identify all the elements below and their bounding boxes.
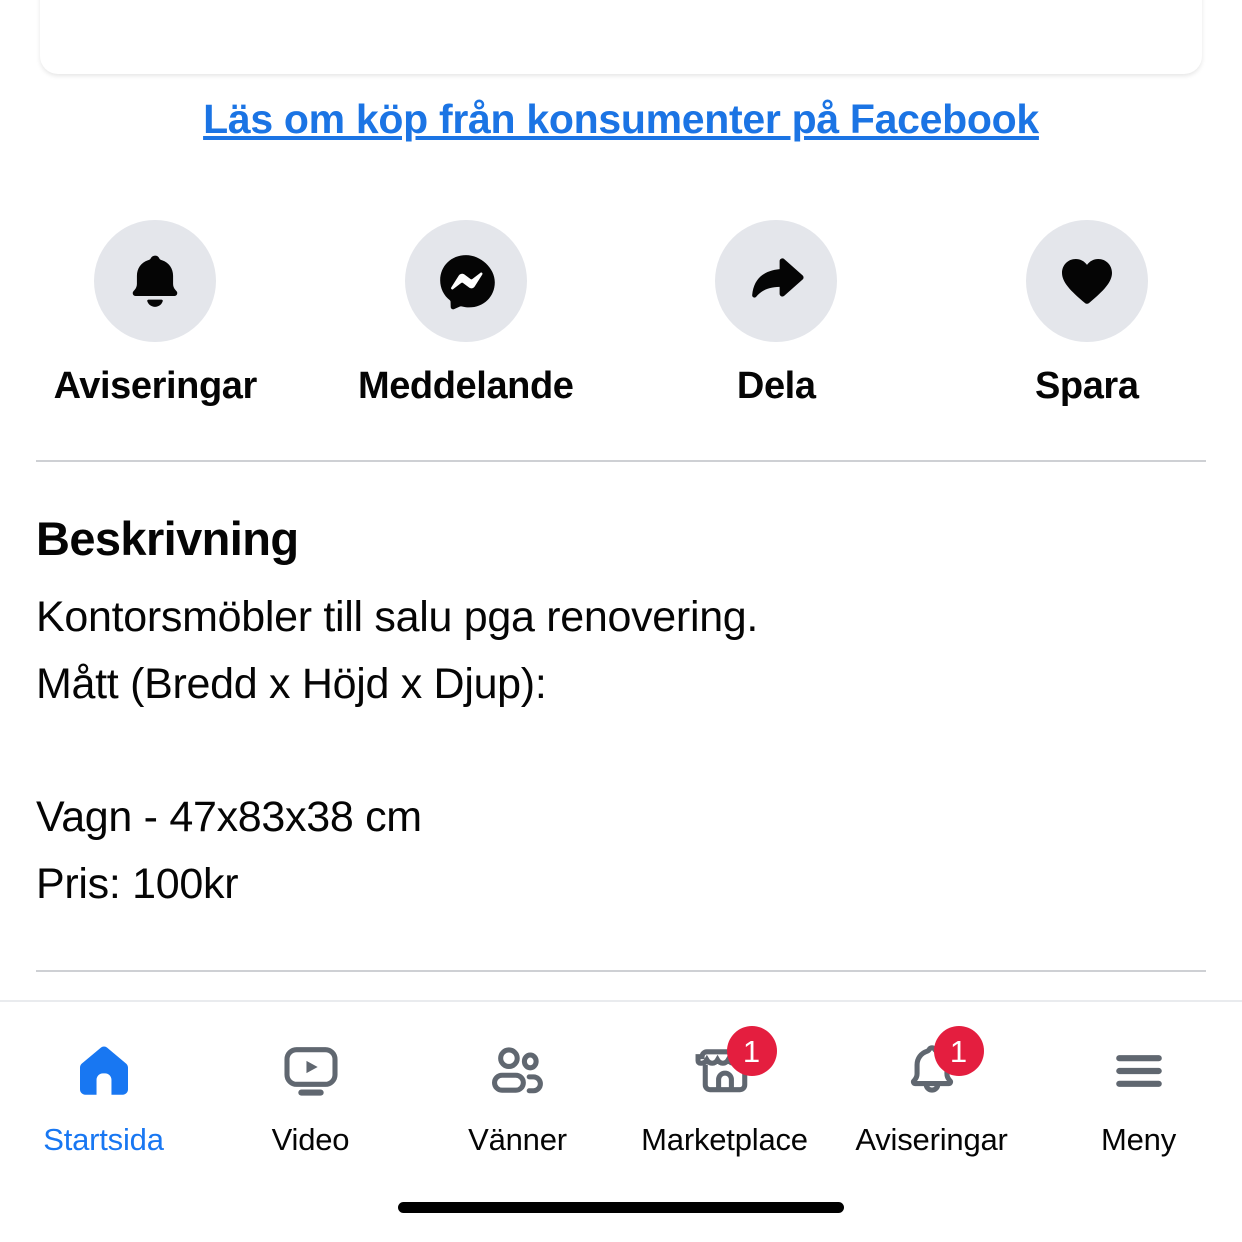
marketplace-listing-screen: Läs om köp från konsumenter på Facebook … <box>0 0 1242 1242</box>
aviseringar-badge: 1 <box>933 1026 984 1076</box>
nav-label: Vänner <box>468 1122 567 1157</box>
home-icon-wrap <box>62 1034 146 1108</box>
action-aviseringar[interactable]: Aviseringar <box>0 220 311 408</box>
action-meddelande[interactable]: Meddelande <box>311 220 622 408</box>
share-arrow-icon <box>715 220 838 342</box>
nav-item-startsida[interactable]: Startsida <box>0 1002 207 1175</box>
buy-from-consumers-link[interactable]: Läs om köp från konsumenter på Facebook <box>0 96 1242 143</box>
nav-label: Startsida <box>43 1122 164 1157</box>
action-dela[interactable]: Dela <box>621 220 932 408</box>
home-indicator <box>398 1202 844 1213</box>
friends-icon-wrap <box>476 1034 560 1108</box>
nav-label: Meny <box>1100 1122 1176 1157</box>
hamburger-menu-icon-wrap <box>1097 1034 1181 1108</box>
nav-label: Marketplace <box>641 1122 808 1157</box>
hamburger-menu-icon <box>1115 1055 1162 1087</box>
nav-item-aviseringar[interactable]: 1 Aviseringar <box>828 1002 1035 1175</box>
friends-icon <box>491 1047 543 1094</box>
nav-item-meny[interactable]: Meny <box>1035 1002 1242 1175</box>
video-icon-wrap <box>269 1034 353 1108</box>
action-label: Aviseringar <box>53 365 258 407</box>
messenger-icon <box>404 220 527 342</box>
marketplace-icon-wrap: 1 <box>683 1026 777 1108</box>
listing-card <box>40 0 1202 74</box>
home-icon <box>79 1046 128 1095</box>
action-label: Dela <box>736 365 816 407</box>
bell-outline-icon-wrap: 1 <box>890 1026 984 1108</box>
video-icon <box>283 1047 338 1096</box>
description-body: Kontorsmöbler till salu pga renovering. … <box>36 593 759 908</box>
marketplace-badge: 1 <box>726 1026 777 1076</box>
divider-above-description <box>36 460 1206 462</box>
action-spara[interactable]: Spara <box>932 220 1242 408</box>
description-heading: Beskrivning <box>36 512 299 565</box>
description-section: Beskrivning Kontorsmöbler till salu pga … <box>36 512 1206 917</box>
divider-below-description <box>36 970 1206 972</box>
nav-item-vanner[interactable]: Vänner <box>414 1002 621 1175</box>
bottom-navigation-bar: Startsida Video Vänner 1 Marketplace 1 A… <box>0 1000 1242 1175</box>
nav-label: Aviseringar <box>855 1122 1008 1157</box>
action-label: Meddelande <box>357 365 574 407</box>
action-row: Aviseringar Meddelande Dela Spara <box>0 220 1242 408</box>
nav-item-marketplace[interactable]: 1 Marketplace <box>621 1002 828 1175</box>
action-label: Spara <box>1034 365 1139 407</box>
bell-filled-icon <box>94 220 217 342</box>
heart-filled-icon <box>1025 220 1148 342</box>
nav-label: Video <box>271 1122 350 1157</box>
nav-item-video[interactable]: Video <box>207 1002 414 1175</box>
